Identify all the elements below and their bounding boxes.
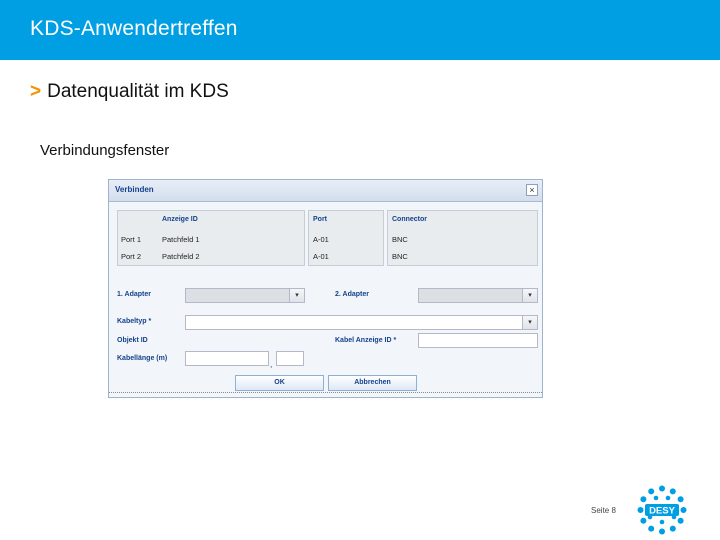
- cell-anzeige-id: Patchfeld 2: [162, 252, 200, 261]
- slide-subtitle: > Datenqualität im KDS: [30, 81, 229, 103]
- cancel-button[interactable]: Abbrechen: [328, 375, 417, 391]
- decimal-separator: ,: [270, 360, 273, 369]
- table-column-anzeige: Anzeige ID Port 1 Patchfeld 1 Port 2 Pat…: [117, 210, 305, 266]
- kabellaenge-label: Kabellänge (m): [117, 355, 168, 362]
- chevron-down-icon[interactable]: ▾: [522, 289, 537, 302]
- column-header-anzeige-id: Anzeige ID: [162, 216, 198, 223]
- slide-header: KDS-Anwendertreffen: [0, 0, 720, 60]
- kabeltyp-select[interactable]: ▾: [185, 315, 538, 330]
- ok-button[interactable]: OK: [235, 375, 324, 391]
- dialog-titlebar: Verbinden ×: [109, 180, 542, 202]
- caption: Verbindungsfenster: [40, 142, 170, 159]
- connection-table: Anzeige ID Port 1 Patchfeld 1 Port 2 Pat…: [117, 210, 538, 266]
- close-button[interactable]: ×: [526, 184, 538, 196]
- dialog-title: Verbinden: [115, 185, 154, 194]
- adapter-1-label: 1. Adapter: [117, 291, 151, 298]
- logo-text: DESY: [649, 506, 676, 517]
- table-column-port: Port A-01 A-01: [308, 210, 384, 266]
- cell-anzeige-id: Patchfeld 1: [162, 235, 200, 244]
- cell-port: A-01: [313, 252, 329, 261]
- objekt-id-label: Objekt ID: [117, 337, 148, 344]
- cell-connector: BNC: [392, 235, 408, 244]
- page-number: Seite 8: [591, 506, 616, 515]
- chevron-right-icon: >: [30, 81, 42, 102]
- chevron-down-icon[interactable]: ▾: [289, 289, 304, 302]
- dialog-statusbar: [109, 392, 542, 397]
- adapter-2-label: 2. Adapter: [335, 291, 369, 298]
- desy-logo: DESY: [637, 485, 687, 535]
- kabellaenge-decimal-input[interactable]: [276, 351, 304, 366]
- adapter-1-select[interactable]: ▾: [185, 288, 305, 303]
- kabel-anzeige-id-label: Kabel Anzeige ID *: [335, 337, 397, 344]
- subtitle-text: Datenqualität im KDS: [47, 81, 229, 102]
- adapter-2-select[interactable]: ▾: [418, 288, 538, 303]
- chevron-down-icon[interactable]: ▾: [522, 316, 537, 329]
- column-header-port: Port: [313, 216, 327, 223]
- cell-port: A-01: [313, 235, 329, 244]
- row-label-port-2: Port 2: [121, 252, 142, 261]
- slide-title: KDS-Anwendertreffen: [30, 17, 238, 40]
- kabellaenge-meters-input[interactable]: [185, 351, 269, 366]
- column-header-connector: Connector: [392, 216, 427, 223]
- cell-connector: BNC: [392, 252, 408, 261]
- connect-dialog: Verbinden × Anzeige ID Port 1 Patchfeld …: [108, 179, 543, 398]
- row-label-port-1: Port 1: [121, 235, 142, 244]
- table-column-connector: Connector BNC BNC: [387, 210, 538, 266]
- kabel-anzeige-id-input[interactable]: [418, 333, 538, 348]
- kabeltyp-label: Kabeltyp *: [117, 318, 152, 325]
